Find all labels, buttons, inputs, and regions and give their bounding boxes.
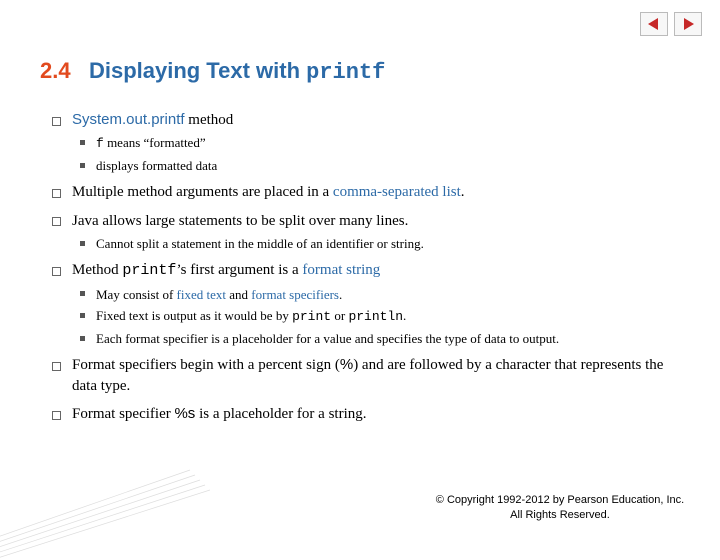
section-number: 2.4 <box>40 58 71 83</box>
title-code: printf <box>306 60 385 85</box>
bullet-4b: Fixed text is output as it would be by p… <box>72 307 690 326</box>
copyright-text: © Copyright 1992-2012 by Pearson Educati… <box>430 493 690 522</box>
slide-content: System.out.printf method f means “format… <box>44 110 690 432</box>
bullet-1a: f means “formatted” <box>72 134 690 153</box>
bullet-3a: Cannot split a statement in the middle o… <box>72 235 690 253</box>
next-button[interactable] <box>674 12 702 36</box>
bullet-4: Method printf’s first argument is a form… <box>44 260 690 347</box>
slide-title: 2.4 Displaying Text with printf <box>40 58 385 85</box>
decorative-lines <box>0 440 210 560</box>
bullet-3: Java allows large statements to be split… <box>44 211 690 253</box>
prev-button[interactable] <box>640 12 668 36</box>
next-icon <box>680 17 696 31</box>
bullet-1b: displays formatted data <box>72 157 690 175</box>
bullet-5: Format specifiers begin with a percent s… <box>44 355 690 396</box>
bullet-6: Format specifier %s is a placeholder for… <box>44 404 690 424</box>
bullet-2: Multiple method arguments are placed in … <box>44 182 690 202</box>
bullet-1: System.out.printf method f means “format… <box>44 110 690 174</box>
prev-icon <box>646 17 662 31</box>
nav-buttons <box>640 12 702 36</box>
bullet-4a: May consist of fixed text and format spe… <box>72 286 690 304</box>
bullet-4c: Each format specifier is a placeholder f… <box>72 330 690 348</box>
title-text: Displaying Text with <box>89 58 300 83</box>
